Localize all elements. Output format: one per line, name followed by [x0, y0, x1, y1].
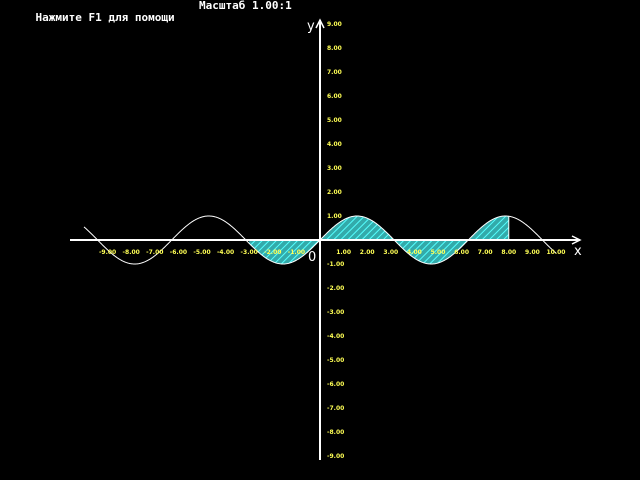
x-tick-label: 3.00 [383, 249, 398, 256]
y-tick-label: 9.00 [327, 21, 342, 28]
x-tick-label: -6.00 [170, 249, 187, 256]
x-tick-label: -8.00 [123, 249, 140, 256]
x-tick-label: 4.00 [407, 249, 422, 256]
y-tick-label: 2.00 [327, 189, 342, 196]
x-tick-label: -9.00 [99, 249, 116, 256]
y-tick-label: 3.00 [327, 165, 342, 172]
y-tick-label: -8.00 [327, 429, 344, 436]
x-tick-label: -5.00 [193, 249, 210, 256]
y-tick-label: 8.00 [327, 45, 342, 52]
y-tick-label: -3.00 [327, 309, 344, 316]
y-tick-label: -1.00 [327, 261, 344, 268]
y-tick-label: 1.00 [327, 213, 342, 220]
y-tick-label: 7.00 [327, 69, 342, 76]
x-tick-label: 9.00 [525, 249, 540, 256]
x-tick-label: 8.00 [501, 249, 516, 256]
x-tick-label: -7.00 [146, 249, 163, 256]
y-axis-label: y [307, 19, 315, 34]
y-tick-label: 6.00 [327, 93, 342, 100]
x-tick-label: -3.00 [241, 249, 258, 256]
x-axis-label: x [574, 244, 582, 259]
origin-label: 0 [308, 250, 316, 265]
y-tick-label: -7.00 [327, 405, 344, 412]
graph-screen: Нажмите F1 для помощи Масштаб 1.00:1 -9.… [0, 0, 640, 480]
y-tick-label: 4.00 [327, 141, 342, 148]
y-tick-label: -6.00 [327, 381, 344, 388]
x-tick-label: 6.00 [454, 249, 469, 256]
y-tick-label: -4.00 [327, 333, 344, 340]
function-plot[interactable]: -9.00 -8.00 -7.00 -6.00 -5.00 -4.00 -3.00 -2.00… [0, 0, 640, 480]
x-tick-label: -1.00 [288, 249, 305, 256]
x-tick-label: 2.00 [360, 249, 375, 256]
x-tick-label: -2.00 [264, 249, 281, 256]
y-tick-label: -5.00 [327, 357, 344, 364]
x-tick-label: 1.00 [336, 249, 351, 256]
x-tick-label: -4.00 [217, 249, 234, 256]
x-tick-label: 7.00 [478, 249, 493, 256]
x-tick-label: 10.00 [547, 249, 566, 256]
x-tick-label: 5.00 [431, 249, 446, 256]
axes-layer [70, 18, 582, 460]
y-tick-label: -9.00 [327, 453, 344, 460]
y-tick-label: -2.00 [327, 285, 344, 292]
y-tick-label: 5.00 [327, 117, 342, 124]
